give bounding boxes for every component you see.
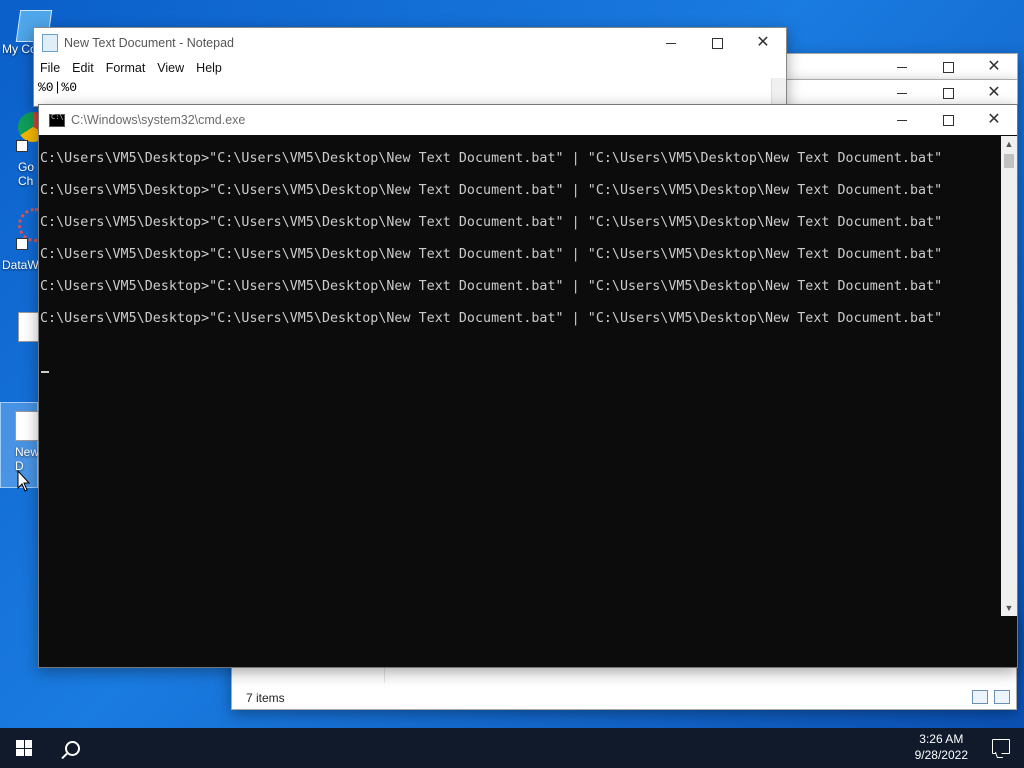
system-clock[interactable]: 3:26 AM 9/28/2022: [915, 731, 968, 763]
notepad-window[interactable]: New Text Document - Notepad ✕ File Edit …: [33, 27, 787, 107]
maximize-icon: [942, 87, 954, 99]
close-icon: ✕: [756, 34, 770, 51]
desktop-icon-file[interactable]: [0, 312, 42, 342]
search-icon: [64, 740, 80, 756]
batch-file-icon: [15, 411, 39, 441]
minimize-icon: [897, 119, 907, 121]
console-output-lower: [39, 616, 232, 666]
minimize-button[interactable]: [879, 54, 925, 80]
maximize-button[interactable]: [925, 54, 971, 80]
mouse-pointer-icon: [17, 470, 31, 492]
status-bar-item-count: 7 items: [246, 691, 285, 705]
maximize-button[interactable]: [925, 80, 971, 106]
text-cursor: [41, 371, 49, 373]
maximize-button[interactable]: [925, 105, 971, 135]
cmd-window[interactable]: C:\Windows\system32\cmd.exe ✕ C:\Users\V…: [38, 104, 1018, 668]
desktop-icon-label: Go Ch: [18, 160, 35, 188]
search-button[interactable]: [48, 728, 96, 768]
console-line: C:\Users\VM5\Desktop>"C:\Users\VM5\Deskt…: [40, 311, 943, 326]
window-title: New Text Document - Notepad: [64, 36, 234, 50]
console-line: C:\Users\VM5\Desktop>"C:\Users\VM5\Deskt…: [40, 247, 943, 262]
minimize-button[interactable]: [879, 80, 925, 106]
clock-time: 3:26 AM: [919, 732, 964, 746]
console-line: C:\Users\VM5\Desktop>"C:\Users\VM5\Deskt…: [40, 151, 943, 166]
maximize-icon: [942, 61, 954, 73]
details-view-icon[interactable]: [972, 690, 988, 704]
minimize-icon: [897, 66, 907, 68]
notepad-icon: [42, 34, 58, 52]
desktop-icon-datawizard[interactable]: DataW: [0, 208, 52, 272]
start-button[interactable]: [0, 728, 48, 768]
windows-logo-icon: [16, 740, 32, 756]
menu-format[interactable]: Format: [106, 61, 146, 75]
menu-file[interactable]: File: [40, 61, 60, 75]
console-output[interactable]: C:\Users\VM5\Desktop>"C:\Users\VM5\Deskt…: [39, 136, 1001, 616]
minimize-icon: [666, 42, 676, 44]
close-button[interactable]: ✕: [971, 105, 1017, 135]
close-icon: ✕: [987, 111, 1001, 128]
console-line: C:\Users\VM5\Desktop>"C:\Users\VM5\Deskt…: [40, 215, 943, 230]
clock-date: 9/28/2022: [914, 748, 968, 762]
shortcut-arrow-icon: [16, 140, 28, 152]
console-line: C:\Users\VM5\Desktop>"C:\Users\VM5\Deskt…: [40, 183, 943, 198]
notepad-text-area[interactable]: %0|%0: [38, 80, 77, 95]
minimize-button[interactable]: [648, 28, 694, 58]
desktop-icon-label: DataW: [2, 258, 39, 272]
menu-view[interactable]: View: [157, 61, 184, 75]
desktop-icon-label: New D: [15, 445, 40, 473]
close-icon: ✕: [987, 58, 1001, 75]
maximize-icon: [942, 114, 954, 126]
notification-icon[interactable]: [992, 739, 1010, 754]
close-icon: ✕: [987, 84, 1001, 101]
console-line: C:\Users\VM5\Desktop>"C:\Users\VM5\Deskt…: [40, 279, 943, 294]
minimize-icon: [897, 92, 907, 94]
notepad-titlebar[interactable]: New Text Document - Notepad ✕: [34, 28, 786, 58]
desktop-icon-google-chrome[interactable]: Go Ch: [0, 112, 48, 188]
minimize-button[interactable]: [879, 105, 925, 135]
scroll-down-arrow-icon[interactable]: ▼: [1001, 600, 1017, 616]
shortcut-arrow-icon: [16, 238, 28, 250]
menu-bar: File Edit Format View Help: [34, 58, 786, 78]
cmd-icon: [49, 113, 65, 127]
window-title: C:\Windows\system32\cmd.exe: [71, 113, 246, 127]
menu-help[interactable]: Help: [196, 61, 222, 75]
scroll-up-arrow-icon[interactable]: ▲: [1001, 136, 1017, 152]
explorer-window-back-1[interactable]: ✕: [786, 53, 1018, 81]
close-button[interactable]: ✕: [971, 80, 1017, 106]
maximize-icon: [711, 37, 723, 49]
cmd-titlebar[interactable]: C:\Windows\system32\cmd.exe ✕: [39, 105, 1017, 135]
large-icons-view-icon[interactable]: [994, 690, 1010, 704]
menu-edit[interactable]: Edit: [72, 61, 94, 75]
close-button[interactable]: ✕: [740, 28, 786, 58]
close-button[interactable]: ✕: [971, 54, 1017, 80]
scroll-thumb[interactable]: [1004, 154, 1014, 168]
vertical-scrollbar[interactable]: [771, 78, 786, 105]
vertical-scrollbar[interactable]: ▲ ▼: [1001, 136, 1017, 616]
taskbar: 3:26 AM 9/28/2022: [0, 728, 1024, 768]
explorer-window-back-2[interactable]: ✕: [786, 79, 1018, 107]
maximize-button[interactable]: [694, 28, 740, 58]
